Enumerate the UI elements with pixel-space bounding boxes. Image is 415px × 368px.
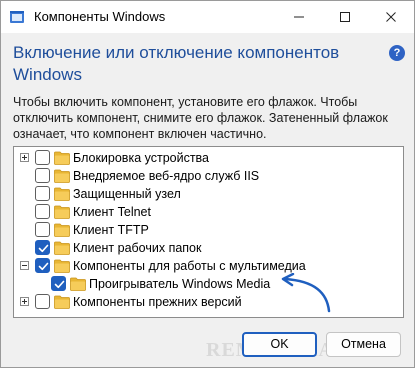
windows-features-icon [10, 11, 24, 23]
help-icon[interactable]: ? [389, 45, 405, 61]
checkmark-icon [38, 244, 49, 253]
tree-item-label: Блокировка устройства [73, 151, 210, 165]
tree-item-label: Внедряемое веб-ядро служб IIS [73, 169, 260, 183]
tree-item[interactable]: Клиент Telnet [14, 203, 403, 221]
window-title: Компоненты Windows [34, 9, 166, 24]
tree-item-label: Проигрыватель Windows Media [89, 277, 271, 291]
tree-item-label: Защищенный узел [73, 187, 181, 201]
feature-checkbox[interactable] [35, 168, 50, 183]
feature-checkbox[interactable] [35, 222, 50, 237]
folder-icon [54, 259, 70, 273]
folder-icon [54, 223, 70, 237]
folder-icon [70, 277, 86, 291]
maximize-icon [340, 12, 350, 22]
windows-features-dialog: Компоненты Windows Включение или отключе… [0, 0, 415, 368]
close-button[interactable] [368, 1, 414, 33]
folder-icon [54, 205, 70, 219]
tree-item-label: Клиент рабочих папок [73, 241, 202, 255]
expand-icon[interactable] [20, 153, 29, 162]
folder-icon [54, 295, 70, 309]
tree-item[interactable]: Компоненты для работы с мультимедиа [14, 257, 403, 275]
feature-checkbox[interactable] [35, 204, 50, 219]
tree-item-label: Компоненты прежних версий [73, 295, 242, 309]
tree-item-label: Клиент Telnet [73, 205, 151, 219]
tree-item-label: Клиент TFTP [73, 223, 149, 237]
feature-checkbox[interactable] [35, 150, 50, 165]
folder-icon [54, 241, 70, 255]
tree-item[interactable]: Блокировка устройства [14, 149, 403, 167]
dialog-description: Чтобы включить компонент, установите его… [13, 95, 388, 141]
cancel-button[interactable]: Отмена [326, 332, 401, 357]
tree-item[interactable]: Клиент TFTP [14, 221, 403, 239]
collapse-icon[interactable] [20, 261, 29, 270]
checkmark-icon [38, 262, 49, 271]
folder-icon [54, 169, 70, 183]
tree-item[interactable]: Проигрыватель Windows Media [14, 275, 403, 293]
maximize-button[interactable] [322, 1, 368, 33]
folder-icon [54, 151, 70, 165]
dialog-heading: Включение или отключение компонентов Win… [13, 43, 340, 84]
ok-button[interactable]: OK [242, 332, 317, 357]
checkmark-icon [54, 280, 65, 289]
tree-item[interactable]: Компоненты прежних версий [14, 293, 403, 311]
feature-checkbox[interactable] [35, 258, 50, 273]
folder-icon [54, 187, 70, 201]
expand-icon[interactable] [20, 297, 29, 306]
tree-item[interactable]: Клиент рабочих папок [14, 239, 403, 257]
minimize-button[interactable] [276, 1, 322, 33]
feature-checkbox[interactable] [35, 186, 50, 201]
feature-checkbox[interactable] [51, 276, 66, 291]
tree-item[interactable]: Защищенный узел [14, 185, 403, 203]
minimize-icon [294, 16, 304, 18]
close-icon [386, 12, 396, 22]
title-bar[interactable]: Компоненты Windows [1, 1, 414, 33]
tree-item[interactable]: Внедряемое веб-ядро служб IIS [14, 167, 403, 185]
feature-checkbox[interactable] [35, 240, 50, 255]
tree-item-label: Компоненты для работы с мультимедиа [73, 259, 306, 273]
curved-arrow-icon [281, 273, 331, 313]
feature-checkbox[interactable] [35, 294, 50, 309]
features-tree[interactable]: Блокировка устройства Внедряемое веб-ядро… [13, 146, 404, 318]
